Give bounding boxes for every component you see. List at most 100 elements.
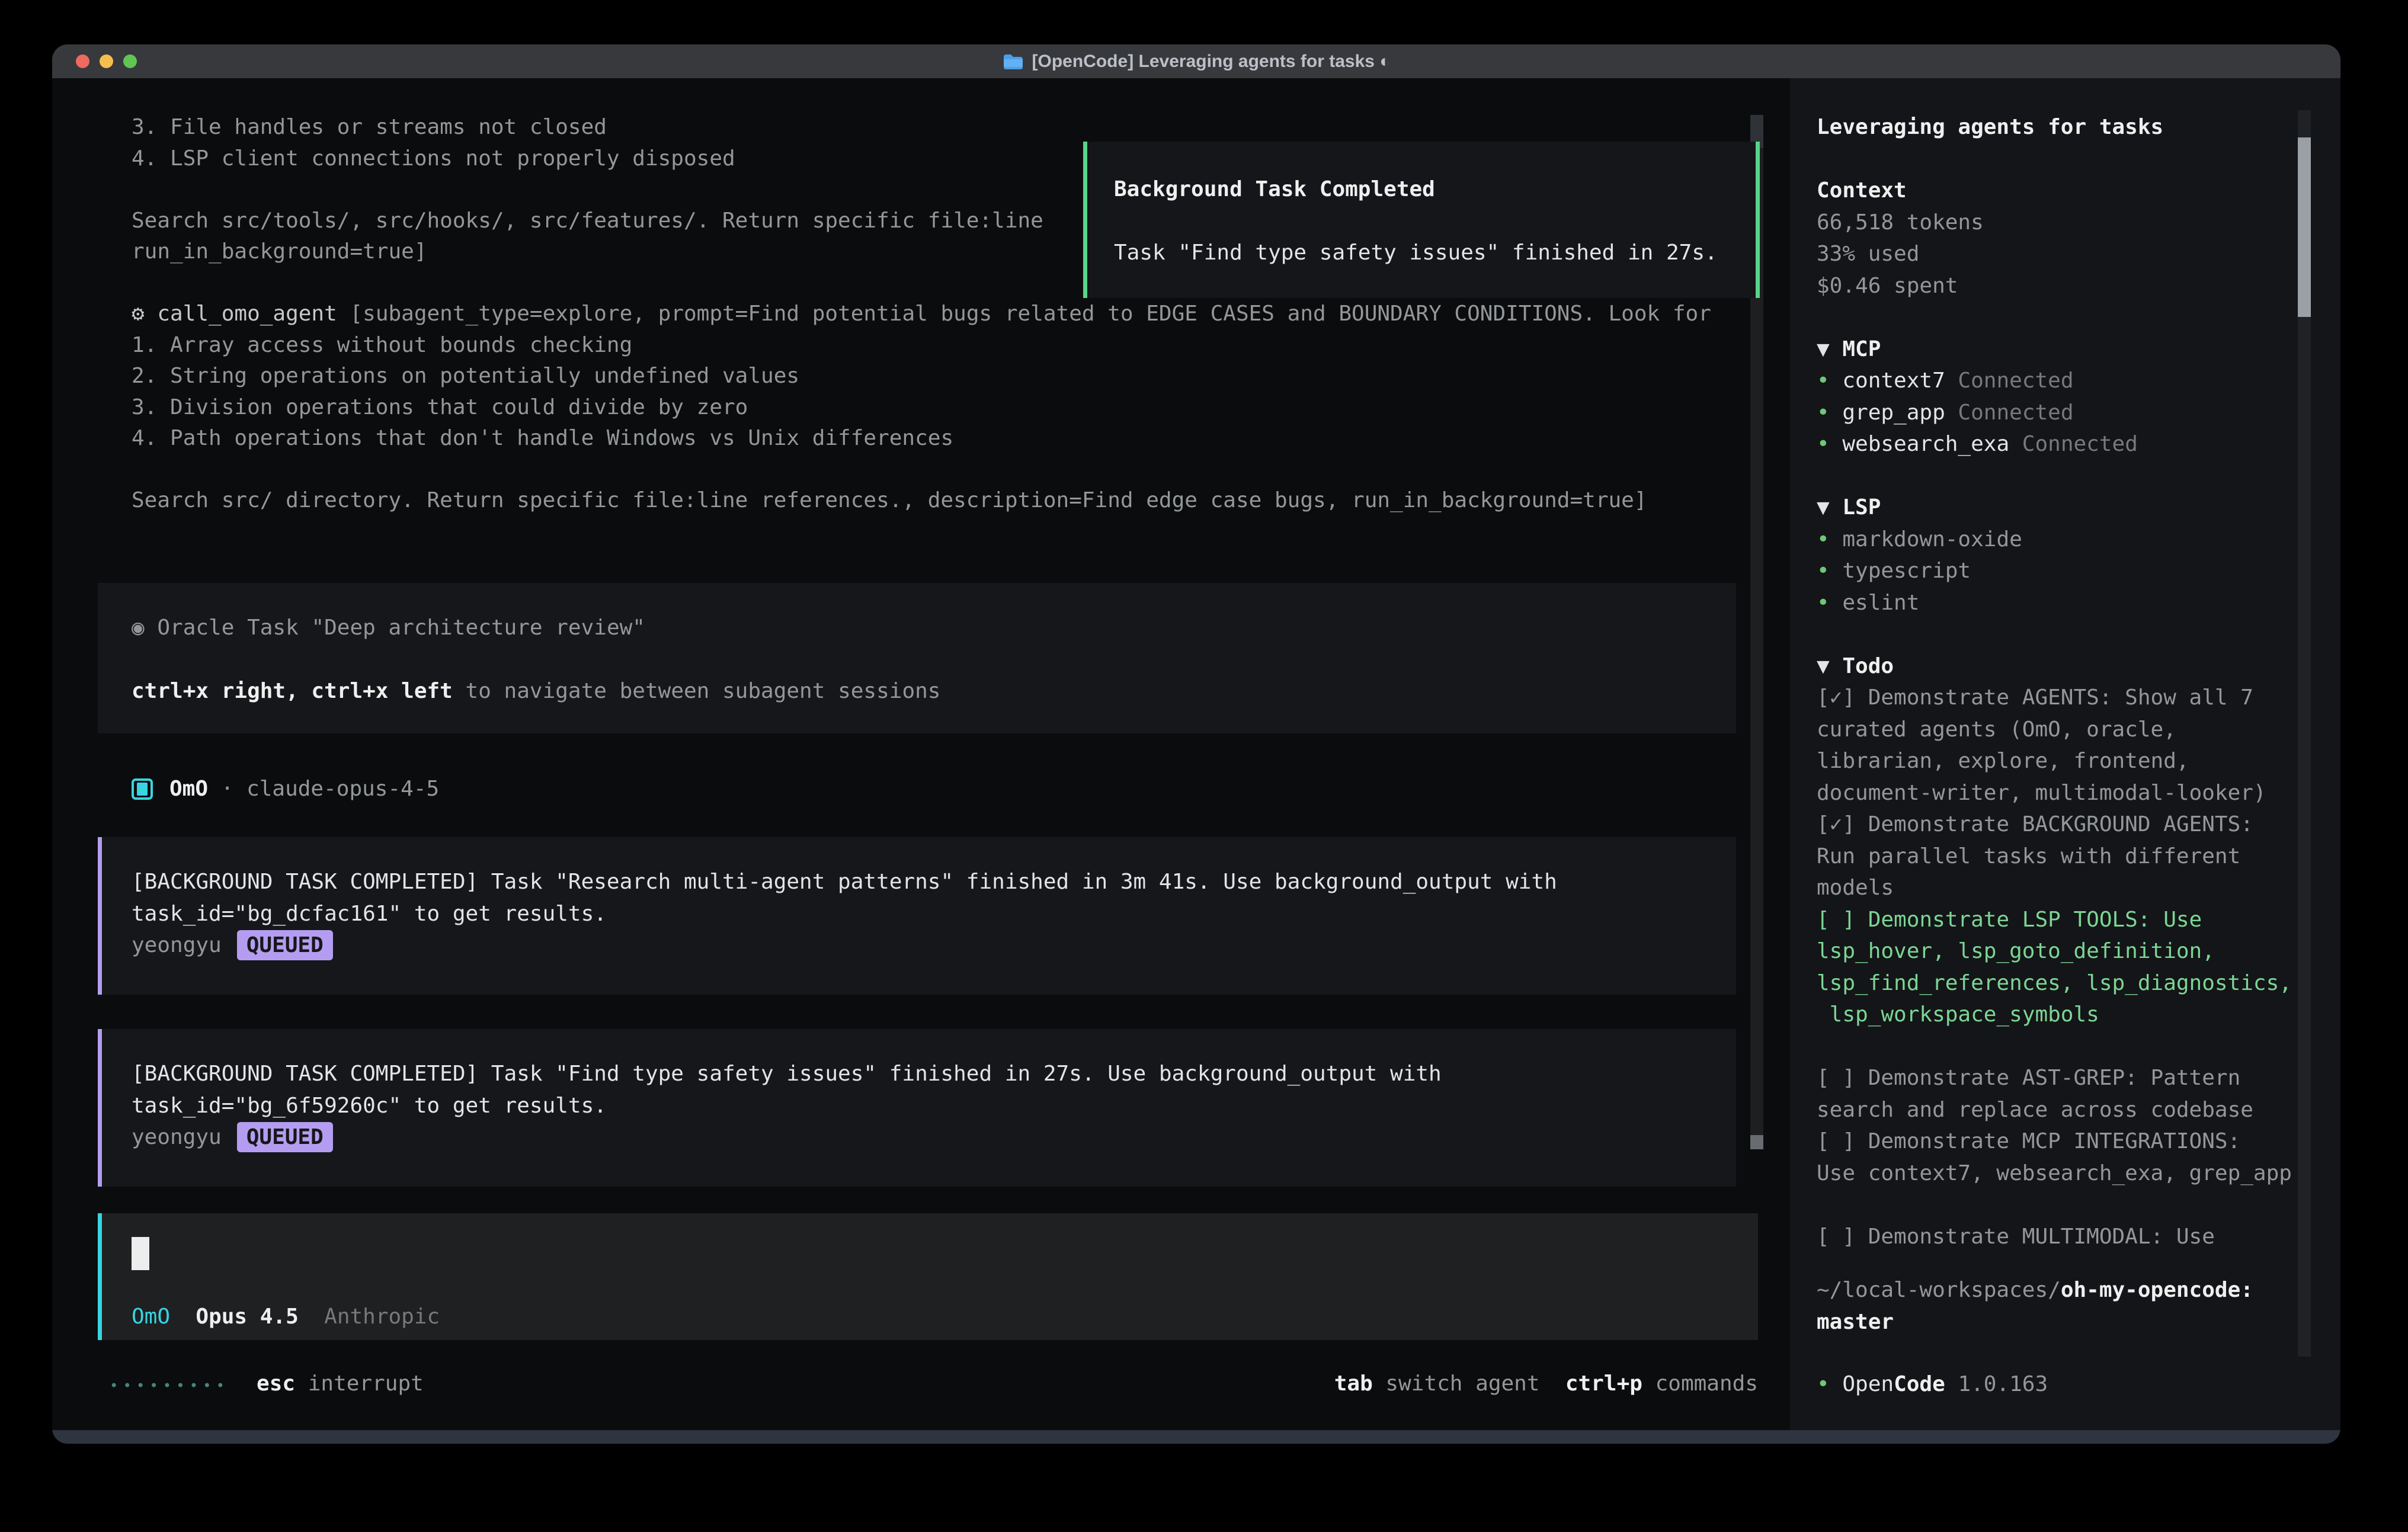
background-task-card: [BACKGROUND TASK COMPLETED] Task "Resear… xyxy=(98,837,1736,995)
lsp-item: • eslint xyxy=(1817,587,2292,619)
todo-item-pending: Use context7, websearch_exa, grep_app xyxy=(1817,1158,2292,1190)
context-tokens: 66,518 tokens xyxy=(1817,207,2292,239)
todo-item-active: [ ] Demonstrate LSP TOOLS: Use xyxy=(1817,904,2292,936)
todo-heading[interactable]: ▼ Todo xyxy=(1817,650,2292,682)
oracle-task-title: ◉ Oracle Task "Deep architecture review" xyxy=(132,612,1736,644)
text-line xyxy=(1114,206,1756,238)
workspace-info: ~/local-workspaces/oh-my-opencode:master xyxy=(1817,1274,2253,1338)
task-message: [BACKGROUND TASK COMPLETED] Task "Find t… xyxy=(132,1058,1736,1090)
text-line xyxy=(1817,1189,2292,1221)
lsp-heading[interactable]: ▼ LSP xyxy=(1817,492,2292,524)
todo-item-pending: [ ] Demonstrate MCP INTEGRATIONS: xyxy=(1817,1126,2292,1158)
text-line xyxy=(1817,1031,2292,1063)
todo-item-pending: [ ] Demonstrate AST-GREP: Pattern xyxy=(1817,1062,2292,1094)
task-message: task_id="bg_6f59260c" to get results. xyxy=(132,1090,1736,1122)
status-dot-icon: • xyxy=(1817,368,1842,393)
ctrlp-key-hint: ctrl+p xyxy=(1565,1371,1642,1396)
sidebar-scrollbar xyxy=(2298,110,2311,1357)
todo-item-done: librarian, explore, frontend, xyxy=(1817,745,2292,777)
mcp-item: • grep_app Connected xyxy=(1817,397,2292,429)
todo-item-done: Run parallel tasks with different xyxy=(1817,841,2292,873)
text-line: 4. Path operations that don't handle Win… xyxy=(132,423,1711,454)
agent-model-label: OmO · claude-opus-4-5 xyxy=(169,774,439,805)
sidebar-stream: Leveraging agents for tasks Context66,51… xyxy=(1817,111,2292,1252)
sidebar-scrollbar-thumb[interactable] xyxy=(2298,137,2311,317)
background-task-card: [BACKGROUND TASK COMPLETED] Task "Find t… xyxy=(98,1029,1736,1187)
notification-toast: Background Task Completed Task "Find typ… xyxy=(1083,142,1760,298)
text-line: 3. File handles or streams not closed xyxy=(132,112,1711,143)
todo-item-done: curated agents (OmO, oracle, xyxy=(1817,714,2292,746)
text-line xyxy=(132,454,1711,486)
todo-item-active: lsp_hover, lsp_goto_definition, xyxy=(1817,935,2292,967)
todo-item-done: document-writer, multimodal-looker) xyxy=(1817,777,2292,809)
text-line: 2. String operations on potentially unde… xyxy=(132,361,1711,392)
provider-name: Anthropic xyxy=(324,1305,440,1329)
oracle-task-card: ◉ Oracle Task "Deep architecture review"… xyxy=(98,583,1736,733)
todo-item-active: lsp_workspace_symbols xyxy=(1817,999,2292,1031)
text-line xyxy=(1817,618,2292,650)
input-model-row: OmO Opus 4.5 Anthropic xyxy=(132,1301,440,1333)
lsp-item: • typescript xyxy=(1817,555,2292,587)
app-version: • OpenCode 1.0.163 xyxy=(1817,1368,2048,1400)
minimize-button[interactable] xyxy=(100,55,113,68)
esc-key-hint: esc xyxy=(257,1371,295,1396)
session-title: Leveraging agents for tasks xyxy=(1817,111,2292,143)
text-cursor xyxy=(132,1237,149,1270)
text-line: Search src/ directory. Return specific f… xyxy=(132,485,1711,517)
mcp-item: • websearch_exa Connected xyxy=(1817,428,2292,460)
shortcut-hint: ctrl+x right, ctrl+x left to navigate be… xyxy=(132,675,1736,707)
status-dot-icon: • xyxy=(1817,591,1842,615)
notification-body: Task "Find type safety issues" finished … xyxy=(1114,237,1756,269)
agent-header-row: OmO · claude-opus-4-5 xyxy=(132,774,439,805)
status-bar: •••••••••esc interrupt tab switch agent … xyxy=(110,1368,1758,1400)
task-message: task_id="bg_dcfac161" to get results. xyxy=(132,898,1736,930)
status-dot-icon: • xyxy=(1817,527,1842,552)
spinner-dots: ••••••••• xyxy=(110,1377,229,1394)
status-dot-icon: • xyxy=(1817,559,1842,583)
todo-item-pending: [ ] Demonstrate MULTIMODAL: Use xyxy=(1817,1221,2292,1253)
chevron-down-icon: ▼ xyxy=(1817,337,1842,361)
desktop: [OpenCode] Leveraging agents for tasks ◐… xyxy=(0,0,2408,1532)
fisheye-icon: ◉ xyxy=(132,616,157,640)
agent-checkbox-icon xyxy=(132,778,153,800)
queued-badge: QUEUED xyxy=(237,1122,333,1152)
agent-name: OmO xyxy=(132,1305,170,1329)
context-used: 33% used xyxy=(1817,238,2292,270)
title-bar[interactable]: [OpenCode] Leveraging agents for tasks ◐ xyxy=(52,44,2340,78)
mcp-heading[interactable]: ▼ MCP xyxy=(1817,334,2292,366)
queued-badge: QUEUED xyxy=(237,930,333,960)
task-meta: yeongyuQUEUED xyxy=(132,1121,1736,1153)
gear-icon: ⚙ call_omo_agent xyxy=(132,302,350,326)
author-label: yeongyu xyxy=(132,933,222,957)
main-scrollbar-thumb[interactable] xyxy=(1750,1135,1763,1149)
window-title: [OpenCode] Leveraging agents for tasks ◐ xyxy=(1032,52,1391,72)
traffic-lights xyxy=(76,44,137,78)
mcp-item: • context7 Connected xyxy=(1817,365,2292,397)
status-dot-icon: • xyxy=(1817,400,1842,425)
text-line xyxy=(1817,460,2292,492)
prompt-input[interactable]: OmO Opus 4.5 Anthropic xyxy=(98,1213,1758,1340)
text-line: 3. Division operations that could divide… xyxy=(132,392,1711,424)
status-dot-icon: • xyxy=(1817,1372,1842,1396)
version-info: • OpenCode 1.0.163 xyxy=(1817,1368,2048,1400)
text-line: 1. Array access without bounds checking xyxy=(132,330,1711,361)
text-line xyxy=(132,644,1736,676)
lsp-item: • markdown-oxide xyxy=(1817,524,2292,556)
chevron-down-icon: ▼ xyxy=(1817,654,1842,678)
status-dot-icon: • xyxy=(1817,432,1842,456)
notification-title: Background Task Completed xyxy=(1114,174,1756,206)
tab-key-hint: tab xyxy=(1334,1371,1373,1396)
context-spent: $0.46 spent xyxy=(1817,270,2292,302)
workspace-path: ~/local-workspaces/oh-my-opencode: xyxy=(1817,1274,2253,1306)
text-line: ⚙ call_omo_agent [subagent_type=explore,… xyxy=(132,299,1711,330)
sidebar: Leveraging agents for tasks Context66,51… xyxy=(1790,78,2340,1430)
todo-item-done: [✓] Demonstrate AGENTS: Show all 7 xyxy=(1817,682,2292,714)
zoom-button[interactable] xyxy=(123,55,137,68)
task-message: [BACKGROUND TASK COMPLETED] Task "Resear… xyxy=(132,866,1736,898)
close-button[interactable] xyxy=(76,55,89,68)
todo-item-active: lsp_find_references, lsp_diagnostics, xyxy=(1817,967,2292,999)
task-meta: yeongyu QUEUED xyxy=(132,930,1736,961)
terminal-window: [OpenCode] Leveraging agents for tasks ◐… xyxy=(52,44,2340,1444)
text-line xyxy=(1817,143,2292,175)
status-left: •••••••••esc interrupt xyxy=(110,1368,424,1400)
